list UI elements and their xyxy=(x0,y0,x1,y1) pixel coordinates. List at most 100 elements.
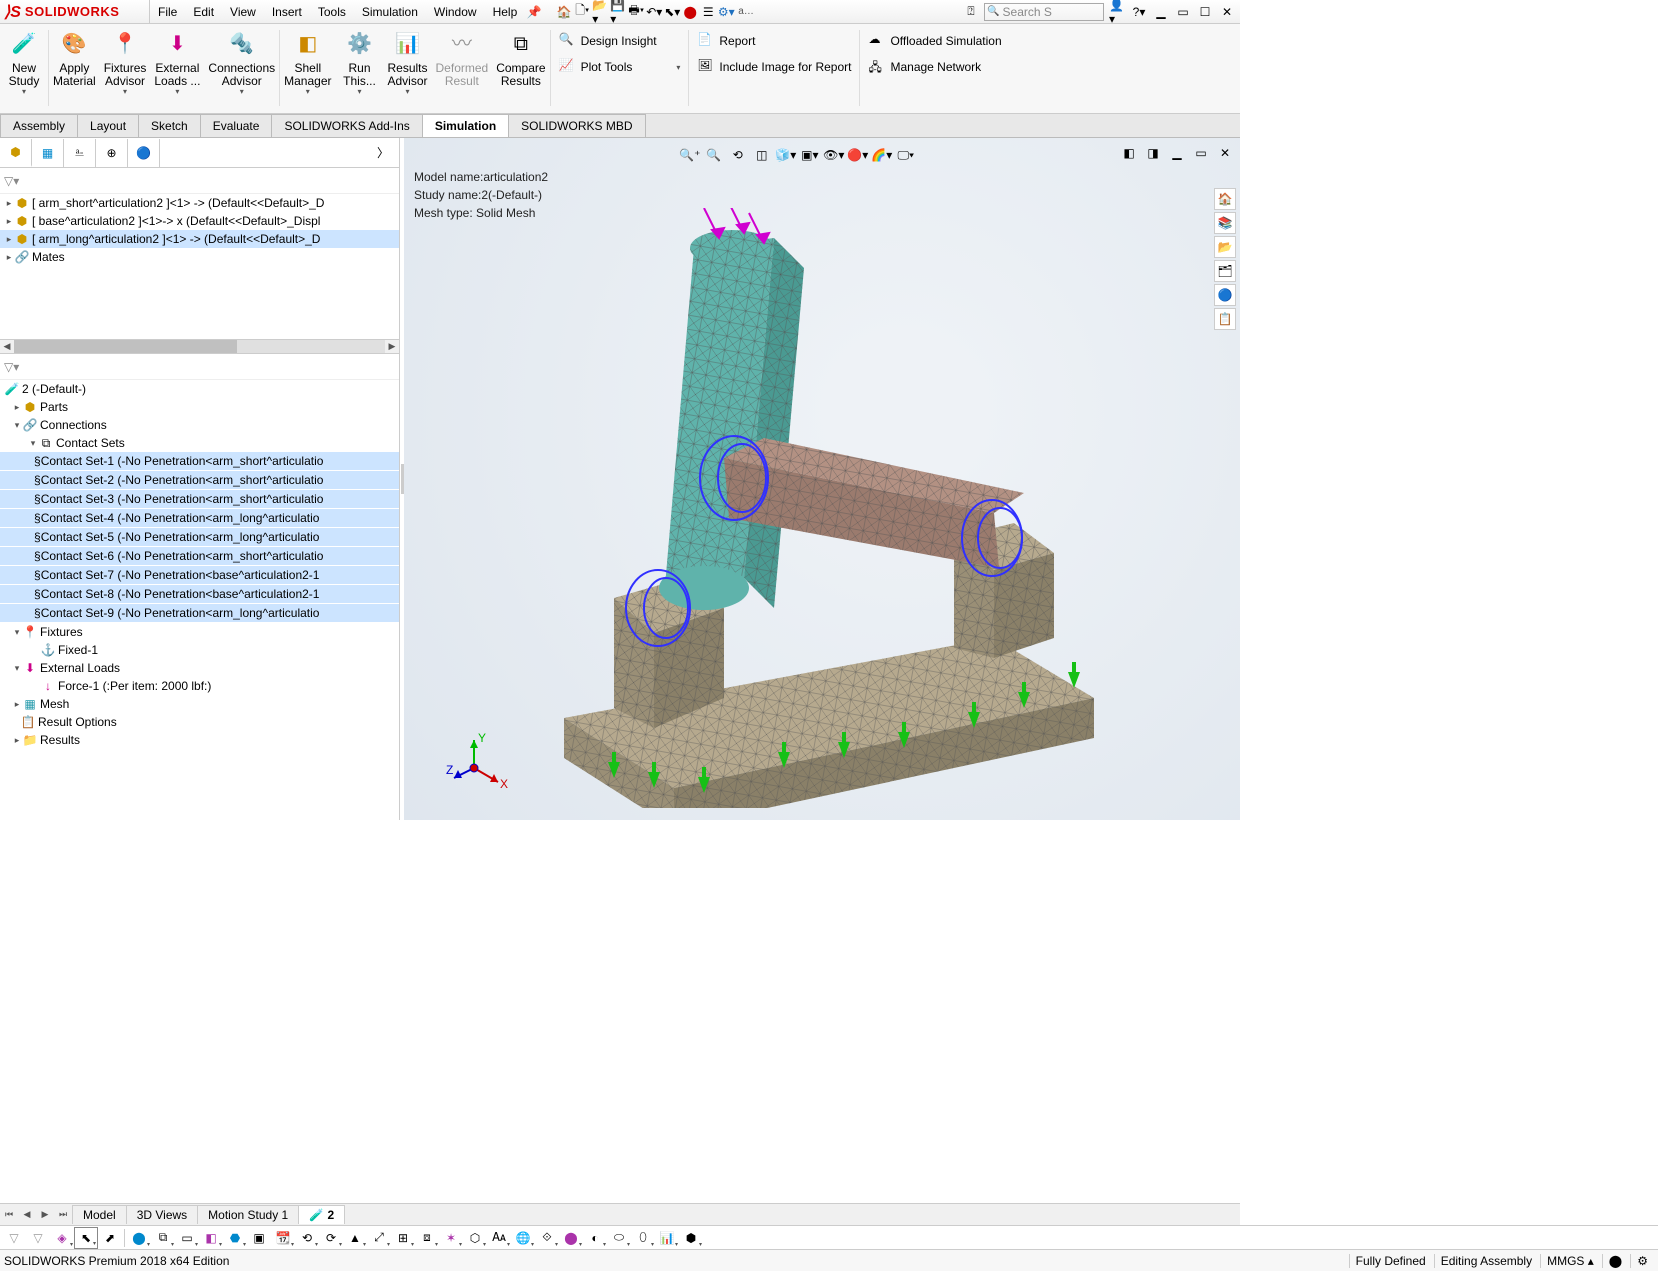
fixtures-advisor-button[interactable]: 📍 Fixtures Advisor ▾ xyxy=(100,26,151,112)
graphics-viewport[interactable]: 🔍⁺ 🔍 ⟲ ◫ 🧊▾ ▣▾ 👁▾ 🔴▾ 🌈▾ 🖵▾ ◧ ◨ ▁ ▭ ✕ 🏠 📚… xyxy=(404,138,1240,820)
compare-results-button[interactable]: ⧉ Compare Results xyxy=(492,26,549,112)
tree-parts[interactable]: Parts xyxy=(40,400,68,414)
search-input[interactable]: 🔍 Search S xyxy=(984,3,1104,21)
menu-tools[interactable]: Tools xyxy=(310,5,354,19)
filter-icon[interactable]: ▽▾ xyxy=(4,360,19,374)
sim-tb-cursor-icon[interactable]: ⬈ xyxy=(98,1227,122,1249)
sim-tb-contact-icon[interactable]: ◈▾ xyxy=(50,1227,74,1249)
tree-results[interactable]: Results xyxy=(40,733,80,747)
user-icon[interactable]: 👤▾ xyxy=(1108,3,1126,21)
home-icon[interactable]: 🏠 xyxy=(555,3,573,21)
panel-tab-feature[interactable]: ⬢ xyxy=(0,139,32,167)
tree-item[interactable]: [ arm_long^articulation2 ]<1> -> (Defaul… xyxy=(32,232,320,246)
taskpane-file-icon[interactable]: 📂 xyxy=(1214,236,1236,258)
contact-set-item[interactable]: §Contact Set-1 (-No Penetration<arm_shor… xyxy=(0,452,399,471)
sim-tb-icon[interactable]: ⟐▾ xyxy=(535,1227,559,1249)
scene-icon[interactable]: 🌈▾ xyxy=(871,144,893,166)
contact-set-item[interactable]: §Contact Set-2 (-No Penetration<arm_shor… xyxy=(0,471,399,490)
vp-panel-l-icon[interactable]: ◧ xyxy=(1118,142,1140,164)
tree-item[interactable]: [ base^articulation2 ]<1>-> x (Default<<… xyxy=(32,214,320,228)
menu-edit[interactable]: Edit xyxy=(185,5,222,19)
sim-tb-icon[interactable]: ⬤▾ xyxy=(127,1227,151,1249)
new-study-button[interactable]: 🧪 New Study ▾ xyxy=(0,26,48,112)
status-units[interactable]: MMGS ▴ xyxy=(1540,1254,1600,1268)
contact-set-item[interactable]: §Contact Set-5 (-No Penetration<arm_long… xyxy=(0,528,399,547)
sim-tb-icon[interactable]: 🌐▾ xyxy=(511,1227,535,1249)
vp-minimize-icon[interactable]: ▁ xyxy=(1166,142,1188,164)
tab-assembly[interactable]: Assembly xyxy=(0,114,78,137)
sim-tb-icon[interactable]: ⬣▾ xyxy=(223,1227,247,1249)
menu-simulation[interactable]: Simulation xyxy=(354,5,426,19)
prev-view-icon[interactable]: ⟲ xyxy=(727,144,749,166)
options-icon[interactable]: ☰ xyxy=(699,3,717,21)
menu-file[interactable]: File xyxy=(150,5,185,19)
taskpane-view-icon[interactable]: 🗂 xyxy=(1214,260,1236,282)
sim-tb-icon[interactable]: ▣ xyxy=(247,1227,271,1249)
menu-window[interactable]: Window xyxy=(426,5,485,19)
report-button[interactable]: 📄Report xyxy=(695,30,853,52)
shell-manager-button[interactable]: ◧ Shell Manager ▾ xyxy=(280,26,335,112)
external-loads-button[interactable]: ⬇ External Loads ... ▾ xyxy=(150,26,204,112)
manage-network-button[interactable]: 🖧Manage Network xyxy=(866,56,1003,78)
plot-tools-button[interactable]: 📈Plot Tools▾ xyxy=(557,56,683,78)
vp-close-icon[interactable]: ✕ xyxy=(1214,142,1236,164)
save-icon[interactable]: 💾▾ xyxy=(609,3,627,21)
filter-icon[interactable]: ▽▾ xyxy=(4,174,19,188)
tab-next-icon[interactable]: ▶ xyxy=(36,1209,54,1220)
tab-simulation[interactable]: Simulation xyxy=(422,114,509,137)
help-icon[interactable]: ?▾ xyxy=(1130,3,1148,21)
tab-last-icon[interactable]: ⏭ xyxy=(54,1209,72,1220)
sim-tb-icon[interactable]: ▲▾ xyxy=(343,1227,367,1249)
taskpane-home-icon[interactable]: 🏠 xyxy=(1214,188,1236,210)
tree-item[interactable]: [ arm_short^articulation2 ]<1> -> (Defau… xyxy=(32,196,324,210)
feature-tree[interactable]: ▸⬢[ arm_short^articulation2 ]<1> -> (Def… xyxy=(0,194,399,354)
menu-insert[interactable]: Insert xyxy=(264,5,310,19)
select-icon[interactable]: ⬉▾ xyxy=(663,3,681,21)
tab-first-icon[interactable]: ⏮ xyxy=(0,1209,18,1220)
tree-loads[interactable]: External Loads xyxy=(40,661,120,675)
help-bubble-icon[interactable]: ⍰ xyxy=(962,3,980,21)
contact-set-item[interactable]: §Contact Set-6 (-No Penetration<arm_shor… xyxy=(0,547,399,566)
study-tree[interactable]: 🧪2 (-Default-) ▸⬢Parts ▾🔗Connections ▾⧉C… xyxy=(0,380,399,820)
tab-mbd[interactable]: SOLIDWORKS MBD xyxy=(508,114,645,137)
status-icon[interactable]: ⬤ xyxy=(1602,1254,1628,1268)
settings-icon[interactable]: ⚙▾ xyxy=(717,3,735,21)
vp-panel-r-icon[interactable]: ◨ xyxy=(1142,142,1164,164)
view-settings-icon[interactable]: 🖵▾ xyxy=(895,144,917,166)
panel-tab-config[interactable]: ⎁ xyxy=(64,139,96,167)
doc-tab-motion[interactable]: Motion Study 1 xyxy=(197,1205,299,1224)
tab-prev-icon[interactable]: ◀ xyxy=(18,1209,36,1220)
sim-tb-icon[interactable]: ✶▾ xyxy=(439,1227,463,1249)
contact-set-item[interactable]: §Contact Set-4 (-No Penetration<arm_long… xyxy=(0,509,399,528)
print-icon[interactable]: 🖶▾ xyxy=(627,3,645,21)
tree-fixed[interactable]: Fixed-1 xyxy=(58,643,98,657)
tab-evaluate[interactable]: Evaluate xyxy=(200,114,273,137)
sim-tb-icon[interactable]: ⬢▾ xyxy=(679,1227,703,1249)
sim-tb-icon[interactable]: ◧▾ xyxy=(199,1227,223,1249)
doc-tab-model[interactable]: Model xyxy=(72,1205,127,1224)
apply-material-button[interactable]: 🎨 Apply Material xyxy=(49,26,100,112)
hide-show-icon[interactable]: 👁▾ xyxy=(823,144,845,166)
taskpane-design-icon[interactable]: 📚 xyxy=(1214,212,1236,234)
taskpane-appearance-icon[interactable]: 🔵 xyxy=(1214,284,1236,306)
sim-tb-icon[interactable]: 🗛▾ xyxy=(487,1227,511,1249)
tab-addins[interactable]: SOLIDWORKS Add-Ins xyxy=(271,114,422,137)
contact-set-item[interactable]: §Contact Set-8 (-No Penetration<base^art… xyxy=(0,585,399,604)
sim-tb-icon[interactable]: ⤢▾ xyxy=(367,1227,391,1249)
sim-tb-icon[interactable]: ⊞▾ xyxy=(391,1227,415,1249)
restore-icon[interactable]: ▭ xyxy=(1174,3,1192,21)
open-icon[interactable]: 📂▾ xyxy=(591,3,609,21)
tab-sketch[interactable]: Sketch xyxy=(138,114,201,137)
sim-tb-icon[interactable]: ⧉▾ xyxy=(151,1227,175,1249)
contact-set-item[interactable]: §Contact Set-3 (-No Penetration<arm_shor… xyxy=(0,490,399,509)
panel-tab-appearance[interactable]: 🔵 xyxy=(128,139,160,167)
tree-contact-sets[interactable]: Contact Sets xyxy=(56,436,125,450)
menu-help[interactable]: Help xyxy=(485,5,526,19)
zoom-fit-icon[interactable]: 🔍⁺ xyxy=(679,144,701,166)
tab-layout[interactable]: Layout xyxy=(77,114,139,137)
connections-advisor-button[interactable]: 🔩 Connections Advisor ▾ xyxy=(204,26,279,112)
offloaded-sim-button[interactable]: ☁Offloaded Simulation xyxy=(866,30,1003,52)
sim-tb-icon[interactable]: ⬤▾ xyxy=(559,1227,583,1249)
panel-tab-property[interactable]: ▦ xyxy=(32,139,64,167)
include-image-button[interactable]: 🖼Include Image for Report xyxy=(695,56,853,78)
